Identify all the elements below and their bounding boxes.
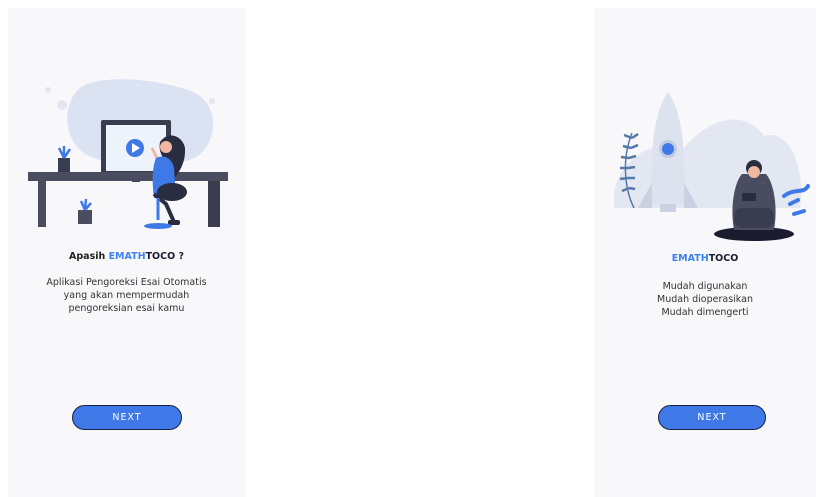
title-prefix: Apasih bbox=[69, 251, 106, 262]
onboarding-screen-1: Apasih EMATHTOCO ? Aplikasi Pengoreksi E… bbox=[8, 8, 245, 497]
intro-description: Aplikasi Pengoreksi Esai Otomatis yang a… bbox=[8, 276, 245, 315]
brand-toco: TOCO bbox=[145, 251, 176, 262]
next-button[interactable]: NEXT bbox=[72, 405, 182, 430]
feature-item: Mudah digunakan bbox=[662, 281, 748, 292]
brand-emath: EMATH bbox=[108, 251, 146, 262]
desk-video-illustration bbox=[28, 79, 228, 229]
description-line: yang akan mempermudah bbox=[63, 290, 190, 301]
brand-emath: EMATH bbox=[671, 253, 709, 264]
intro-title: Apasih EMATHTOCO ? bbox=[8, 251, 245, 262]
feature-item: Mudah dimengerti bbox=[661, 307, 749, 318]
rocket-illustration bbox=[614, 92, 810, 241]
feature-list: Mudah digunakan Mudah dioperasikan Mudah… bbox=[594, 280, 816, 319]
next-button[interactable]: NEXT bbox=[658, 405, 766, 430]
title-suffix: ? bbox=[178, 251, 184, 262]
brand-toco: TOCO bbox=[708, 253, 739, 264]
onboarding-screen-2: EMATHTOCO Mudah digunakan Mudah dioperas… bbox=[594, 8, 816, 497]
description-line: pengoreksian esai kamu bbox=[68, 303, 185, 314]
description-line: Aplikasi Pengoreksi Esai Otomatis bbox=[46, 277, 207, 288]
brand-title: EMATHTOCO bbox=[594, 253, 816, 264]
feature-item: Mudah dioperasikan bbox=[657, 294, 753, 305]
